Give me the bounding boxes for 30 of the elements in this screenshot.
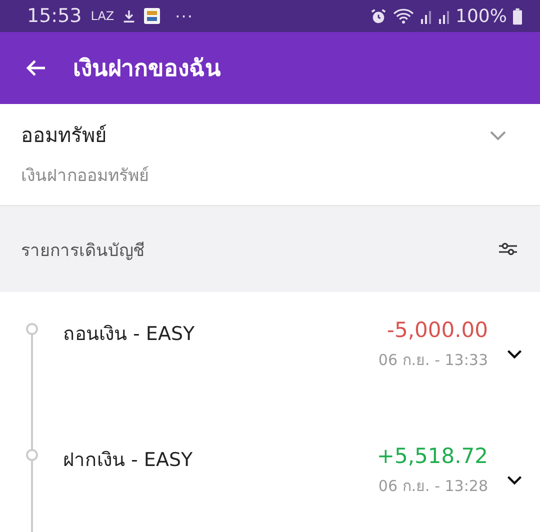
section-title: รายการเดินบัญชี xyxy=(21,240,145,262)
account-name: ออมทรัพย์ xyxy=(21,122,108,149)
status-time: 15:53 xyxy=(27,5,82,27)
download-icon xyxy=(123,8,136,24)
app-icon xyxy=(144,8,160,24)
transaction-title: ฝากเงิน - EASY xyxy=(63,448,194,473)
transaction-item[interactable]: ฝากเงิน - EASY +5,518.72 06 ก.ย. - 13:28 xyxy=(0,418,540,532)
filter-button[interactable] xyxy=(498,241,520,257)
transaction-amount: +5,518.72 xyxy=(376,444,488,468)
transaction-date: 06 ก.ย. - 13:33 xyxy=(378,350,488,371)
transaction-date: 06 ก.ย. - 13:28 xyxy=(377,476,488,497)
signal-icon xyxy=(420,8,432,24)
account-type: เงินฝากออมทรัพย์ xyxy=(21,165,149,188)
timeline-dot xyxy=(26,449,38,461)
battery-icon xyxy=(513,8,522,24)
timeline-dot xyxy=(26,323,38,335)
alarm-icon xyxy=(370,8,387,24)
wifi-icon xyxy=(392,8,414,24)
more-notifications: ··· xyxy=(175,6,194,26)
signal-icon xyxy=(438,8,450,24)
transaction-amount: -5,000.00 xyxy=(386,318,488,342)
chevron-down-icon xyxy=(507,350,522,359)
chevron-down-icon xyxy=(507,476,522,485)
battery-percent: 100% xyxy=(456,6,507,26)
transaction-item[interactable]: ถอนเงิน - EASY -5,000.00 06 ก.ย. - 13:33 xyxy=(0,292,540,418)
notification-label: LAZ xyxy=(90,9,114,23)
transaction-title: ถอนเงิน - EASY xyxy=(63,322,196,347)
screen-title: เงินฝากของฉัน xyxy=(73,55,221,84)
chevron-down-icon xyxy=(490,131,506,141)
sliders-icon xyxy=(498,242,518,256)
